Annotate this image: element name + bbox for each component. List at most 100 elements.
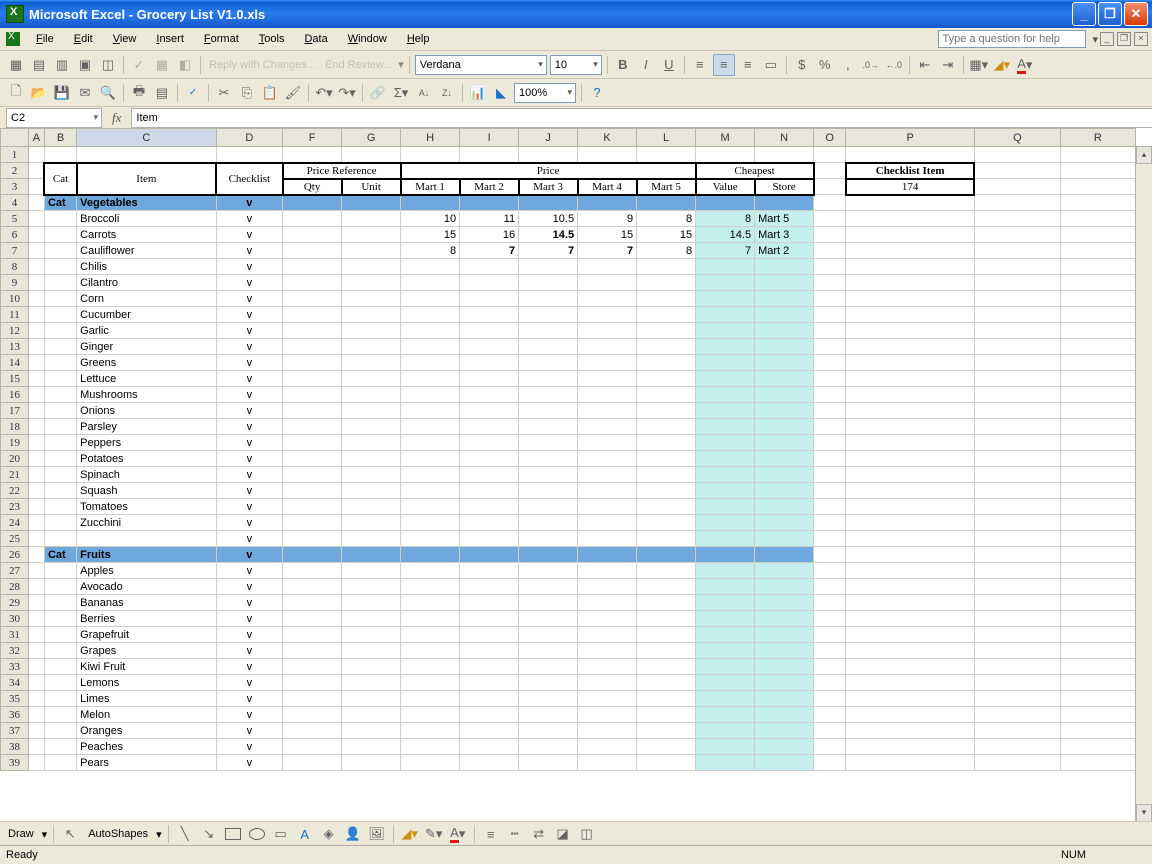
underline-button[interactable]: U bbox=[659, 55, 679, 75]
cell[interactable] bbox=[1060, 467, 1135, 483]
borders-button[interactable]: ▦▾ bbox=[969, 55, 989, 75]
new-button[interactable]: 🗋 bbox=[6, 83, 26, 103]
cell[interactable] bbox=[974, 371, 1060, 387]
item-name[interactable]: Cauliflower bbox=[77, 243, 216, 259]
formula-input[interactable]: Item bbox=[131, 108, 1152, 128]
cell[interactable] bbox=[1060, 579, 1135, 595]
cell[interactable] bbox=[974, 595, 1060, 611]
cell[interactable] bbox=[846, 531, 975, 547]
cell[interactable] bbox=[846, 339, 975, 355]
cell[interactable] bbox=[974, 707, 1060, 723]
cell[interactable] bbox=[846, 243, 975, 259]
bold-button[interactable]: B bbox=[613, 55, 633, 75]
cell[interactable] bbox=[846, 451, 975, 467]
cell-item[interactable]: Item bbox=[77, 163, 216, 195]
item-name[interactable]: Broccoli bbox=[77, 211, 216, 227]
paste-button[interactable]: 📋 bbox=[260, 83, 280, 103]
line-color-icon[interactable]: ✎▾ bbox=[424, 824, 444, 844]
cell[interactable] bbox=[846, 579, 975, 595]
cell[interactable] bbox=[1060, 323, 1135, 339]
col-header[interactable]: F bbox=[283, 129, 342, 147]
help-search-input[interactable] bbox=[938, 30, 1086, 48]
cell[interactable] bbox=[814, 547, 846, 563]
item-name[interactable]: Lemons bbox=[77, 675, 216, 691]
tb-icon[interactable]: ▦ bbox=[152, 55, 172, 75]
cell[interactable] bbox=[1060, 531, 1135, 547]
inc-decimal-button[interactable]: .0→ bbox=[861, 55, 881, 75]
minimize-button[interactable]: _ bbox=[1072, 2, 1096, 26]
item-name[interactable]: Zucchini bbox=[77, 515, 216, 531]
cell[interactable] bbox=[974, 451, 1060, 467]
cell[interactable] bbox=[846, 723, 975, 739]
cell[interactable] bbox=[846, 307, 975, 323]
cell[interactable] bbox=[846, 707, 975, 723]
cell[interactable] bbox=[974, 387, 1060, 403]
col-header[interactable]: G bbox=[342, 129, 401, 147]
end-review[interactable]: End Review... bbox=[322, 59, 395, 71]
cell[interactable] bbox=[846, 595, 975, 611]
inc-indent-button[interactable]: ⇥ bbox=[938, 55, 958, 75]
font-color-icon[interactable]: A▾ bbox=[448, 824, 468, 844]
cell[interactable] bbox=[846, 259, 975, 275]
cell[interactable] bbox=[846, 467, 975, 483]
item-name[interactable]: Potatoes bbox=[77, 451, 216, 467]
sort-asc-button[interactable]: A↓ bbox=[414, 83, 434, 103]
col-header[interactable]: H bbox=[401, 129, 460, 147]
col-header[interactable]: P bbox=[846, 129, 975, 147]
cell[interactable] bbox=[1060, 147, 1135, 163]
link-button[interactable]: 🔗 bbox=[368, 83, 388, 103]
cell[interactable] bbox=[814, 339, 846, 355]
cell[interactable] bbox=[814, 291, 846, 307]
oval-icon[interactable] bbox=[247, 824, 267, 844]
cell[interactable] bbox=[974, 675, 1060, 691]
cell[interactable] bbox=[814, 531, 846, 547]
cell[interactable] bbox=[974, 659, 1060, 675]
sum-button[interactable]: Σ▾ bbox=[391, 83, 411, 103]
cell[interactable] bbox=[1060, 739, 1135, 755]
font-name-select[interactable]: Verdana bbox=[415, 55, 547, 75]
item-name[interactable]: Squash bbox=[77, 483, 216, 499]
cell[interactable] bbox=[974, 435, 1060, 451]
cell[interactable] bbox=[974, 259, 1060, 275]
cell[interactable] bbox=[814, 659, 846, 675]
cell-cat[interactable]: Cat bbox=[44, 163, 76, 195]
cell[interactable] bbox=[814, 387, 846, 403]
merge-button[interactable]: ▭ bbox=[761, 55, 781, 75]
font-size-select[interactable]: 10 bbox=[550, 55, 602, 75]
item-name[interactable]: Limes bbox=[77, 691, 216, 707]
item-name[interactable]: Bananas bbox=[77, 595, 216, 611]
cell[interactable] bbox=[1060, 627, 1135, 643]
cell[interactable] bbox=[974, 227, 1060, 243]
item-name[interactable]: Parsley bbox=[77, 419, 216, 435]
menu-window[interactable]: Window bbox=[338, 30, 397, 48]
dash-style-icon[interactable]: ┅ bbox=[505, 824, 525, 844]
print-button[interactable]: 🖶 bbox=[129, 83, 149, 103]
cell[interactable] bbox=[846, 275, 975, 291]
drawing-button[interactable]: ◣ bbox=[491, 83, 511, 103]
col-header[interactable]: N bbox=[755, 129, 814, 147]
menu-insert[interactable]: Insert bbox=[146, 30, 194, 48]
item-name[interactable]: Apples bbox=[77, 563, 216, 579]
cell[interactable] bbox=[846, 755, 975, 771]
cell[interactable] bbox=[1060, 563, 1135, 579]
item-name[interactable]: Avocado bbox=[77, 579, 216, 595]
maximize-button[interactable]: ❐ bbox=[1098, 2, 1122, 26]
clipart-icon[interactable]: 👤 bbox=[343, 824, 363, 844]
cell[interactable] bbox=[814, 723, 846, 739]
cell[interactable] bbox=[1060, 259, 1135, 275]
cell[interactable] bbox=[974, 691, 1060, 707]
line-icon[interactable]: ╲ bbox=[175, 824, 195, 844]
cell[interactable] bbox=[846, 691, 975, 707]
menu-file[interactable]: File bbox=[26, 30, 64, 48]
cell[interactable] bbox=[814, 643, 846, 659]
comma-button[interactable]: , bbox=[838, 55, 858, 75]
redo-button[interactable]: ↷▾ bbox=[337, 83, 357, 103]
cell[interactable] bbox=[846, 387, 975, 403]
item-name[interactable]: Melon bbox=[77, 707, 216, 723]
menu-view[interactable]: View bbox=[103, 30, 147, 48]
cell[interactable] bbox=[1060, 451, 1135, 467]
cell[interactable] bbox=[846, 643, 975, 659]
tb-icon[interactable]: ◫ bbox=[98, 55, 118, 75]
cell[interactable] bbox=[1060, 291, 1135, 307]
tb-icon[interactable]: ▣ bbox=[75, 55, 95, 75]
